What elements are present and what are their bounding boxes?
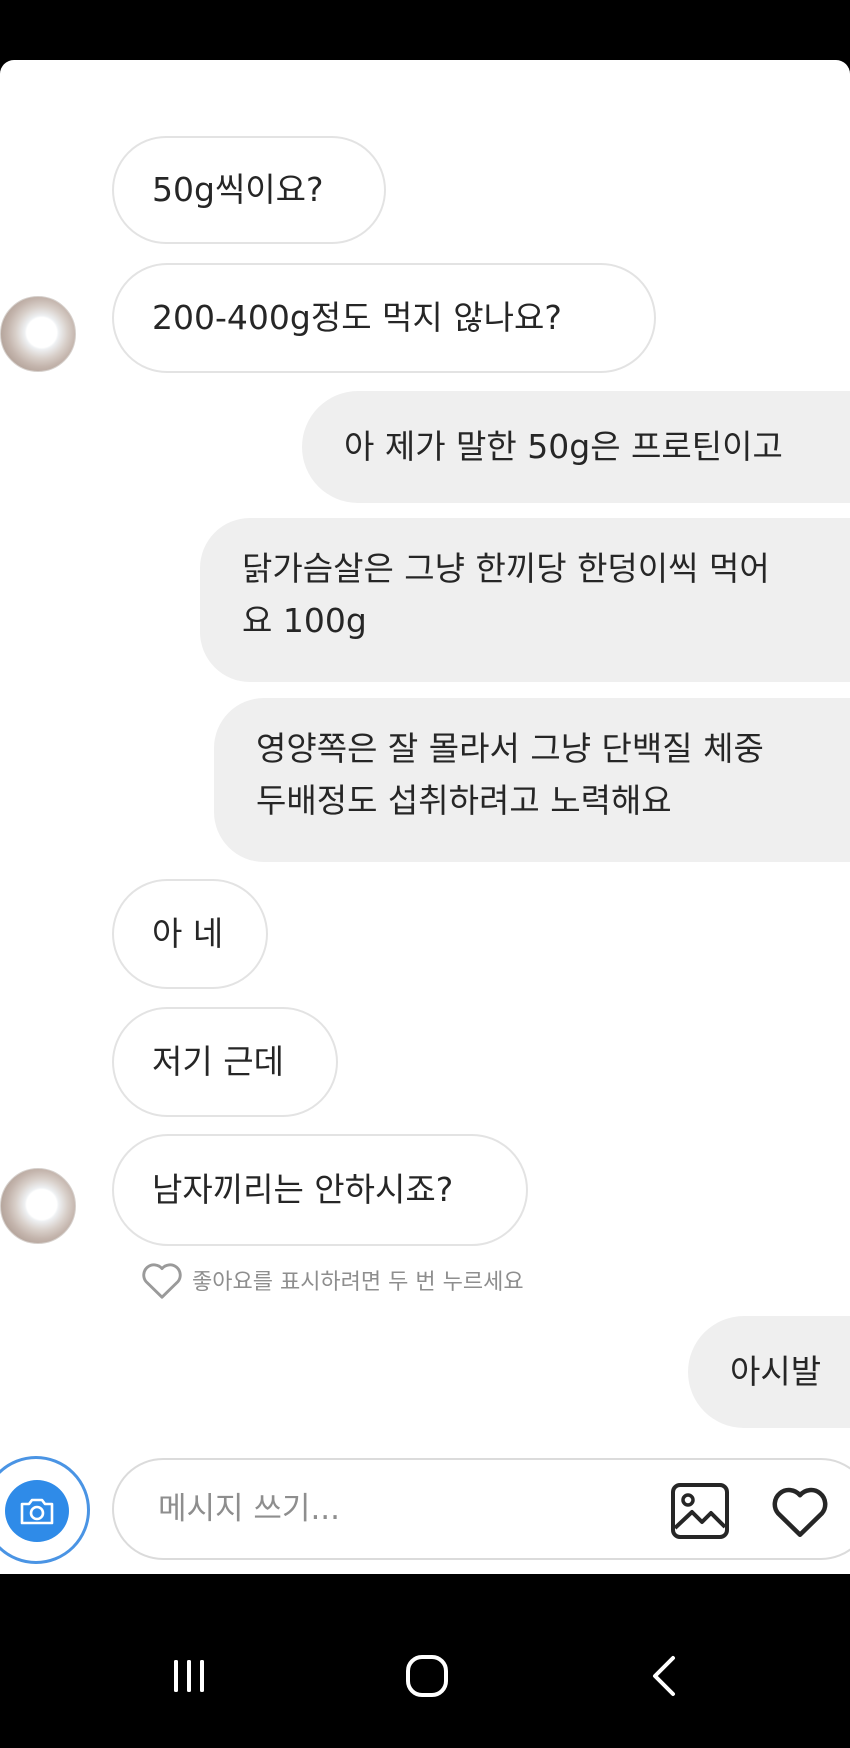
- message-composer[interactable]: 메시지 쓰기...: [112, 1458, 850, 1560]
- heart-outline-icon[interactable]: [140, 1261, 184, 1299]
- message-bubble-outgoing: 아 제가 말한 50g은 프로틴이고: [302, 391, 850, 503]
- message-bubble-incoming: 200-400g정도 먹지 않나요?: [112, 263, 656, 373]
- camera-button[interactable]: [5, 1480, 69, 1542]
- message-bubble-incoming: 남자끼리는 안하시죠?: [112, 1134, 528, 1246]
- home-icon[interactable]: [397, 1646, 457, 1706]
- camera-icon: [19, 1496, 55, 1526]
- message-text: 저기 근데: [152, 1042, 284, 1081]
- message-line: 영양쪽은 잘 몰라서 그냥 단백질 체중: [256, 729, 764, 768]
- gallery-icon[interactable]: [670, 1482, 730, 1540]
- message-bubble-incoming: 저기 근데: [112, 1007, 338, 1117]
- message-text: 아 네: [152, 914, 224, 953]
- sender-avatar[interactable]: [0, 296, 76, 372]
- message-text: 50g씩이요?: [152, 170, 324, 209]
- message-bubble-incoming: 50g씩이요?: [112, 136, 386, 244]
- system-navigation-bar: [0, 1574, 850, 1748]
- message-line: 요 100g: [242, 601, 367, 640]
- message-bubble-outgoing: 아시발: [688, 1316, 850, 1428]
- message-text: 영양쪽은 잘 몰라서 그냥 단백질 체중 두배정도 섭취하려고 노력해요: [256, 723, 764, 827]
- like-hint-text: 좋아요를 표시하려면 두 번 누르세요: [192, 1270, 524, 1295]
- chat-screen: 50g씩이요? 200-400g정도 먹지 않나요? 아 제가 말한 50g은 …: [0, 60, 850, 1574]
- sender-avatar[interactable]: [0, 1168, 76, 1244]
- message-line: 닭가슴살은 그냥 한끼당 한덩이씩 먹어: [242, 549, 770, 588]
- message-line: 두배정도 섭취하려고 노력해요: [256, 781, 672, 820]
- message-text: 남자끼리는 안하시죠?: [152, 1170, 454, 1209]
- back-icon[interactable]: [634, 1646, 694, 1706]
- recents-icon[interactable]: [159, 1646, 219, 1706]
- like-hint: 좋아요를 표시하려면 두 번 누르세요: [140, 1258, 524, 1302]
- heart-icon[interactable]: [770, 1484, 830, 1538]
- message-bubble-outgoing: 닭가슴살은 그냥 한끼당 한덩이씩 먹어 요 100g: [200, 518, 850, 682]
- message-bubble-incoming: 아 네: [112, 879, 268, 989]
- message-text: 닭가슴살은 그냥 한끼당 한덩이씩 먹어 요 100g: [242, 543, 770, 647]
- message-bubble-outgoing: 영양쪽은 잘 몰라서 그냥 단백질 체중 두배정도 섭취하려고 노력해요: [214, 698, 850, 862]
- message-text: 아 제가 말한 50g은 프로틴이고: [344, 427, 783, 466]
- message-text: 200-400g정도 먹지 않나요?: [152, 298, 562, 337]
- message-text: 아시발: [730, 1352, 822, 1391]
- message-input[interactable]: 메시지 쓰기...: [158, 1485, 340, 1533]
